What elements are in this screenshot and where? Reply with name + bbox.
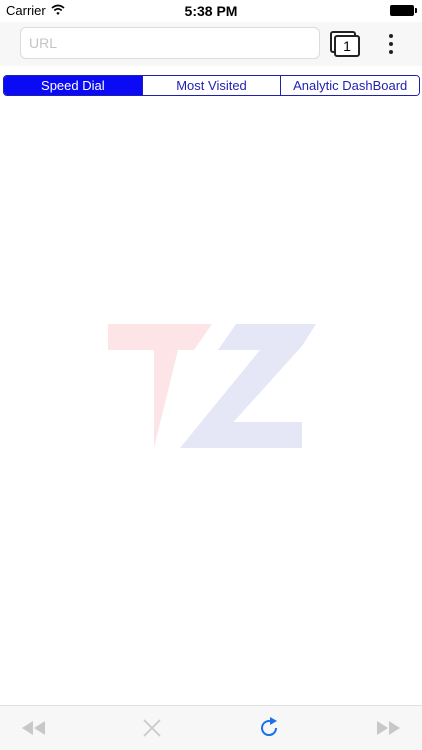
more-dot [389, 42, 393, 46]
segment-most-visited[interactable]: Most Visited [142, 76, 282, 95]
segmented-control: Speed Dial Most Visited Analytic DashBoa… [3, 75, 420, 96]
segment-speed-dial[interactable]: Speed Dial [4, 76, 143, 95]
battery-icon [390, 5, 417, 16]
close-icon[interactable] [142, 716, 162, 740]
more-dot [389, 50, 393, 54]
tz-logo [108, 324, 316, 448]
rewind-icon[interactable] [20, 716, 46, 740]
fast-forward-icon[interactable] [376, 716, 402, 740]
more-menu-button[interactable] [384, 32, 398, 56]
tab-count: 1 [334, 35, 360, 57]
tabs-button[interactable]: 1 [330, 31, 360, 57]
more-vertical-icon [389, 34, 393, 38]
browser-toolbar: 1 [0, 22, 422, 66]
bottom-toolbar [0, 705, 422, 750]
reload-icon[interactable] [257, 716, 281, 740]
url-input[interactable] [20, 27, 320, 59]
status-bar: Carrier 5:38 PM [0, 0, 422, 22]
clock-time: 5:38 PM [184, 3, 238, 19]
segment-analytic-dashboard[interactable]: Analytic DashBoard [281, 76, 419, 95]
